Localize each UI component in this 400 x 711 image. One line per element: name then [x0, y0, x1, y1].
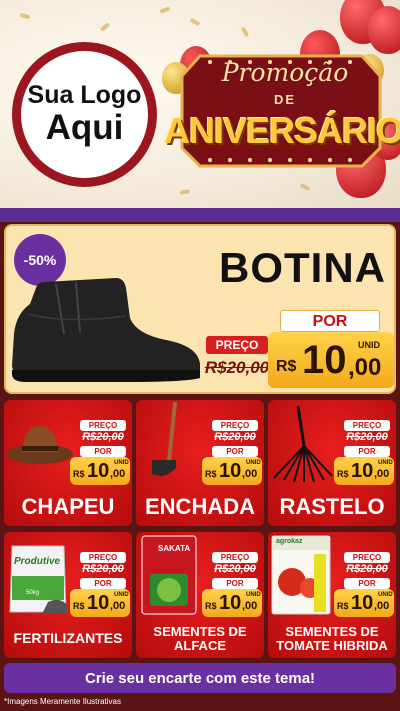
- header-banner: Sua Logo Aqui Promoção DE ANIVERSÁRIO: [0, 0, 400, 210]
- currency-label: R$: [205, 601, 217, 611]
- preco-label: PREÇO: [212, 552, 258, 563]
- product-title-line2: ALFACE: [174, 638, 226, 653]
- por-label: POR: [280, 310, 380, 332]
- por-label: POR: [212, 446, 258, 457]
- currency-label: R$: [337, 469, 349, 479]
- product-title: FERTILIZANTES: [13, 630, 123, 646]
- price-decimal: ,00: [110, 600, 126, 612]
- old-price: R$20,00: [214, 563, 256, 575]
- old-price: R$20,00: [82, 563, 124, 575]
- price-integer: 10: [219, 460, 242, 482]
- price-integer: 10: [87, 460, 110, 482]
- rake-icon: [273, 406, 333, 482]
- promo-badge: Promoção DE ANIVERSÁRIO: [164, 52, 400, 170]
- confetti: [299, 183, 311, 191]
- promo-subtitle: ANIVERSÁRIO: [164, 110, 400, 151]
- price-box: R$ 10 ,00 UNID: [334, 589, 394, 617]
- confetti: [159, 6, 171, 14]
- price-decimal: ,00: [374, 468, 390, 480]
- por-label: POR: [80, 446, 126, 457]
- logo-text-line2: Aqui: [45, 107, 124, 147]
- old-price: R$20,00: [346, 563, 388, 575]
- product-card-enchada[interactable]: PREÇO R$20,00 POR R$ 10 ,00 UNID ENCHADA: [136, 400, 264, 526]
- preco-label: PREÇO: [206, 336, 268, 354]
- preco-label: PREÇO: [344, 420, 390, 431]
- price-integer: 10: [219, 592, 242, 614]
- pack-brand: Produtive: [14, 556, 61, 567]
- divider-bar: [0, 208, 400, 222]
- currency-label: R$: [276, 358, 297, 375]
- fertilizer-bag-icon: [9, 545, 68, 614]
- product-title: RASTELO: [279, 494, 385, 519]
- store-logo-placeholder: Sua Logo Aqui: [12, 42, 157, 187]
- price-box: R$ 10 ,00 UNID: [70, 589, 130, 617]
- confetti: [19, 12, 31, 20]
- confetti: [189, 17, 201, 27]
- balloon-icon: [368, 6, 400, 54]
- product-title-line2: TOMATE HIBRIDA: [276, 638, 388, 653]
- old-price: R$20,00: [82, 431, 124, 443]
- product-title: BOTINA: [219, 244, 386, 291]
- unit-label: UNID: [114, 592, 129, 598]
- price-decimal: ,00: [242, 600, 258, 612]
- por-label: POR: [344, 578, 390, 589]
- price-integer: 10: [302, 338, 347, 382]
- promo-title: Promoção: [221, 58, 349, 87]
- preco-label: PREÇO: [80, 552, 126, 563]
- seed-packet-icon: [271, 535, 331, 615]
- old-price: R$20,00: [214, 431, 256, 443]
- confetti: [240, 26, 250, 38]
- product-card-rastelo[interactable]: PREÇO R$20,00 POR R$ 10 ,00 UNID RASTELO: [268, 400, 396, 526]
- currency-label: R$: [337, 601, 349, 611]
- product-card-chapeu[interactable]: PREÇO R$20,00 POR R$ 10 ,00 UNID CHAPEU: [4, 400, 132, 526]
- price-decimal: ,00: [242, 468, 258, 480]
- product-title: CHAPEU: [21, 494, 115, 519]
- price-box: R$ 10 ,00 UNID: [202, 589, 262, 617]
- promo-de: DE: [273, 92, 297, 107]
- price-box: R$ 10 ,00 UNID: [70, 457, 130, 485]
- unit-label: UNID: [378, 592, 393, 598]
- price-box: R$ 10 ,00 UNID: [268, 332, 394, 388]
- price-integer: 10: [87, 592, 110, 614]
- product-card-fertilizantes[interactable]: Produtive 50kg PREÇO R$20,00 POR R$ 10 ,…: [4, 532, 132, 658]
- unit-label: UNID: [114, 460, 129, 466]
- pack-brand: SAKATA: [158, 544, 191, 553]
- price-integer: 10: [351, 592, 374, 614]
- hat-icon: [7, 426, 73, 464]
- currency-label: R$: [205, 469, 217, 479]
- price-box: R$ 10 ,00 UNID: [334, 457, 394, 485]
- confetti: [99, 22, 111, 32]
- preco-label: PREÇO: [212, 420, 258, 431]
- preco-label: PREÇO: [344, 552, 390, 563]
- pack-weight: 50kg: [26, 590, 40, 596]
- por-label: POR: [344, 446, 390, 457]
- unit-label: UNID: [358, 340, 380, 350]
- logo-text-line1: Sua Logo: [27, 81, 142, 110]
- pack-brand: agrokaz: [276, 538, 303, 545]
- price-box: R$ 10 ,00 UNID: [202, 457, 262, 485]
- price-decimal: ,00: [374, 600, 390, 612]
- old-price: R$20,00: [204, 358, 270, 377]
- por-label: POR: [80, 578, 126, 589]
- product-card-tomate[interactable]: agrokaz PREÇO R$20,00 POR R$ 10 ,00 UNID…: [268, 532, 396, 658]
- preco-label: PREÇO: [80, 420, 126, 431]
- price-decimal: ,00: [110, 468, 126, 480]
- product-card-alface[interactable]: SAKATA PREÇO R$20,00 POR R$ 10 ,00 UNID …: [136, 532, 264, 658]
- price-decimal: ,00: [348, 354, 382, 381]
- boot-icon: [12, 278, 200, 382]
- price-integer: 10: [351, 460, 374, 482]
- unit-label: UNID: [378, 460, 393, 466]
- product-title: ENCHADA: [145, 494, 255, 519]
- featured-product-card[interactable]: -50% BOTINA PREÇO R$20,00 POR R$ 10 ,00 …: [4, 224, 396, 394]
- old-price: R$20,00: [346, 431, 388, 443]
- currency-label: R$: [73, 469, 85, 479]
- disclaimer-note: *Imagens Meramente Ilustrativas: [4, 697, 121, 706]
- unit-label: UNID: [246, 592, 261, 598]
- confetti: [179, 189, 191, 195]
- unit-label: UNID: [246, 460, 261, 466]
- create-flyer-button[interactable]: Crie seu encarte com este tema!: [4, 663, 396, 693]
- currency-label: R$: [73, 601, 85, 611]
- por-label: POR: [212, 578, 258, 589]
- hoe-icon: [152, 402, 178, 476]
